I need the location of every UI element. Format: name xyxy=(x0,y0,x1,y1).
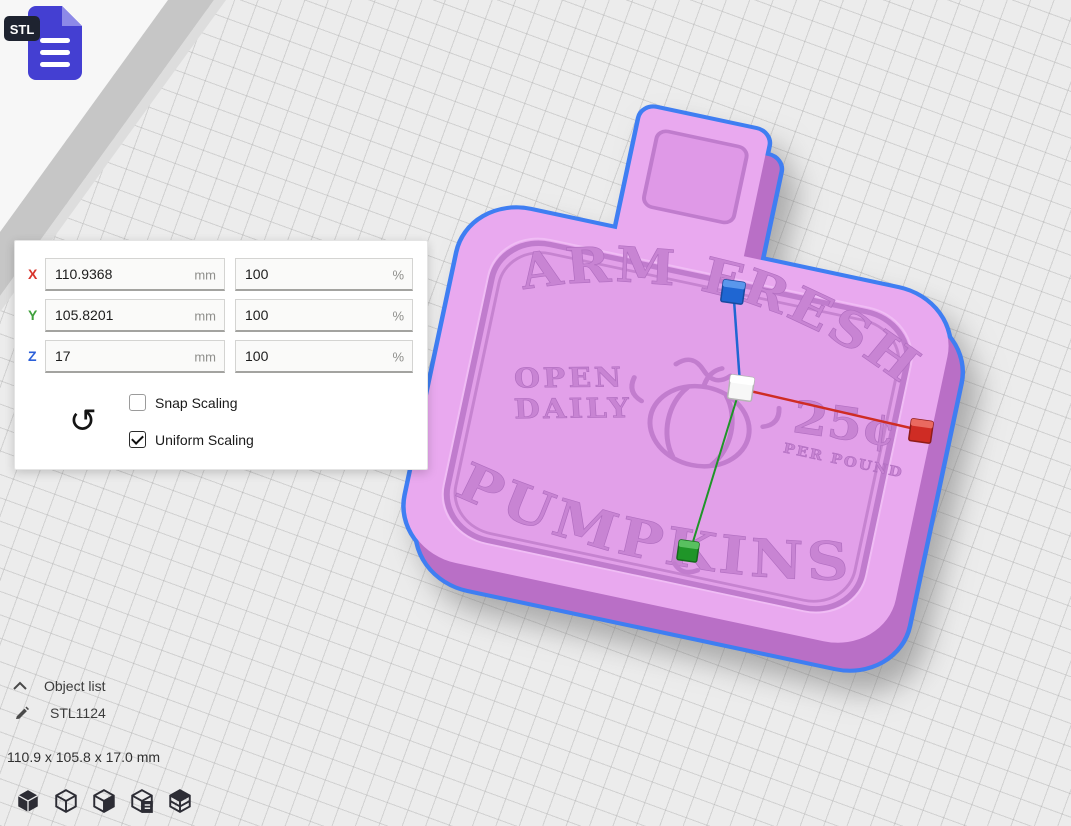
axis-x-label: X xyxy=(28,266,37,282)
uniform-scaling-label: Uniform Scaling xyxy=(155,432,254,448)
scale-x-percent-input[interactable] xyxy=(235,258,413,291)
scale-z-percent-input[interactable] xyxy=(235,340,413,373)
object-list-toggle[interactable]: Object list xyxy=(12,678,105,694)
scale-x-mm-input[interactable] xyxy=(45,258,225,291)
pencil-icon xyxy=(14,705,30,721)
object-list-item[interactable]: STL1124 xyxy=(14,705,106,721)
reset-icon: ↺ xyxy=(69,401,97,440)
scale-y-axis-line xyxy=(692,398,737,545)
scale-row-y: Y mm % xyxy=(15,299,427,332)
scale-z-axis-line xyxy=(734,300,740,384)
reset-scale-button[interactable]: ↺ xyxy=(61,399,105,443)
scale-tool-panel: X mm % Y mm % Z mm % ↺ xyxy=(14,240,428,470)
scale-y-percent-input[interactable] xyxy=(235,299,413,332)
object-list-label: Object list xyxy=(44,678,105,694)
scale-z-mm-input[interactable] xyxy=(45,340,225,373)
scale-z-handle[interactable] xyxy=(721,280,746,305)
cube-wireframe-icon[interactable] xyxy=(50,786,82,818)
uniform-scaling-checkbox[interactable] xyxy=(129,431,146,448)
scale-x-axis-line xyxy=(750,391,915,429)
cube-file-icon[interactable] xyxy=(126,786,158,818)
cube-solid-icon[interactable] xyxy=(12,786,44,818)
snap-scaling-checkbox[interactable] xyxy=(129,394,146,411)
snap-scaling-label: Snap Scaling xyxy=(155,395,238,411)
cube-face-icon[interactable] xyxy=(88,786,120,818)
scale-row-x: X mm % xyxy=(15,258,427,291)
scale-y-mm-input[interactable] xyxy=(45,299,225,332)
axis-z-label: Z xyxy=(28,348,37,364)
object-name: STL1124 xyxy=(50,705,106,721)
axis-y-label: Y xyxy=(28,307,37,323)
stl-badge-label: STL xyxy=(10,22,35,37)
scale-center-handle[interactable] xyxy=(727,374,754,401)
chevron-up-icon xyxy=(12,681,28,691)
scale-row-z: Z mm % xyxy=(15,340,427,373)
cube-stack-icon[interactable] xyxy=(164,786,196,818)
stl-file-icon[interactable]: STL xyxy=(4,0,94,92)
scale-y-handle[interactable] xyxy=(677,540,700,563)
scale-x-handle[interactable] xyxy=(909,419,934,444)
model-dimensions: 110.9 x 105.8 x 17.0 mm xyxy=(7,749,160,765)
